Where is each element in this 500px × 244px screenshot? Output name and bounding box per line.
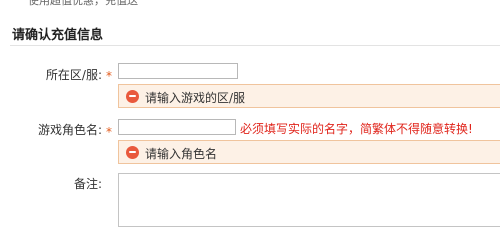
role-error-text: 请输入角色名 <box>145 147 218 161</box>
error-minus-circle-icon <box>126 146 139 159</box>
role-input[interactable] <box>118 119 236 135</box>
server-required-star: * <box>106 69 112 83</box>
note-textarea[interactable] <box>118 173 500 227</box>
role-label: 游戏角色名: <box>37 123 102 137</box>
server-error-box: 请输入游戏的区/服 <box>118 84 500 108</box>
server-label: 所在区/服: <box>45 68 102 82</box>
section-title: 请确认充值信息 <box>12 28 104 43</box>
error-minus-circle-icon <box>126 90 139 103</box>
server-error-text: 请输入游戏的区/服 <box>145 91 246 105</box>
top-clipped-text: 使用超值优惠，充值送 <box>28 0 138 7</box>
role-required-star: * <box>106 125 112 139</box>
role-hint-text: 必须填写实际的名字，简繁体不得随意转换! <box>240 122 473 136</box>
note-label: 备注: <box>73 177 102 191</box>
section-divider <box>10 45 500 46</box>
server-input[interactable] <box>118 63 238 79</box>
role-error-box: 请输入角色名 <box>118 140 500 164</box>
